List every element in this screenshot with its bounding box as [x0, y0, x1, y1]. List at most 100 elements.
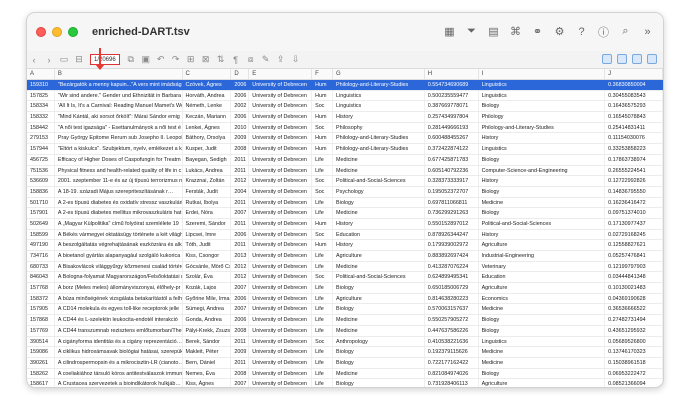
- cell-f[interactable]: Life: [312, 261, 334, 272]
- cell-h[interactable]: 0.650185006729: [425, 283, 479, 293]
- cell-d[interactable]: 2006: [231, 80, 250, 90]
- cell-h[interactable]: 0.447637586226: [425, 325, 479, 336]
- cell-f[interactable]: Soc: [312, 186, 334, 197]
- cell-f[interactable]: Life: [312, 368, 334, 379]
- cell-j[interactable]: 0.04369190628: [605, 293, 663, 304]
- cell-b[interactable]: "Wir sind andere." Gender und Ethnizität…: [55, 90, 183, 101]
- cell-h[interactable]: 0.814638280223: [425, 293, 479, 304]
- cell-j[interactable]: 0.16545078843: [605, 112, 663, 122]
- cell-c[interactable]: Rutkai, Ibolya: [183, 197, 232, 208]
- cell-d[interactable]: 2007: [231, 304, 250, 315]
- cell-d[interactable]: 2008: [231, 325, 250, 336]
- cell-f[interactable]: Hum: [312, 144, 334, 154]
- column-header-f[interactable]: F: [312, 69, 334, 79]
- cell-c[interactable]: Tóth, Judit: [183, 240, 232, 250]
- cell-g[interactable]: Political-and-Social-Sciences: [333, 272, 425, 283]
- cell-a[interactable]: 501710: [27, 197, 55, 208]
- cell-e[interactable]: University of Debrecen: [249, 315, 313, 325]
- cell-b[interactable]: A CD14 molekula és egyes toll-like recep…: [55, 304, 183, 315]
- cell-b[interactable]: Efficacy of Higher Doses of Caspofungin …: [55, 154, 183, 165]
- cell-a[interactable]: 158599: [27, 229, 55, 240]
- cell-a[interactable]: 157905: [27, 304, 55, 315]
- cell-f[interactable]: Soc: [312, 272, 334, 283]
- cell-i[interactable]: Biology: [479, 315, 606, 325]
- cell-f[interactable]: Hum: [312, 240, 334, 250]
- cell-i[interactable]: Agriculture: [479, 379, 606, 387]
- cell-g[interactable]: History: [333, 112, 425, 122]
- cell-g[interactable]: Biology: [333, 197, 425, 208]
- cell-c[interactable]: Erdei, Nóra: [183, 208, 232, 218]
- table-row[interactable]: 390514 A cigányforma identitás és a cigán…: [27, 336, 663, 348]
- cell-e[interactable]: University of Debrecen: [249, 186, 313, 197]
- cell-f[interactable]: Hum: [312, 90, 334, 101]
- cell-i[interactable]: Industrial-Engineering: [479, 251, 606, 261]
- cell-h[interactable]: 0.821084974026: [425, 368, 479, 379]
- help-icon[interactable]: ?: [574, 24, 589, 39]
- cell-e[interactable]: University of Debrecen: [249, 336, 313, 347]
- cell-i[interactable]: Biology: [479, 325, 606, 336]
- cell-j[interactable]: 0.06953222472: [605, 368, 663, 379]
- cell-a[interactable]: 536609: [27, 176, 55, 186]
- cell-h[interactable]: 0.192379115626: [425, 347, 479, 357]
- cell-g[interactable]: Philosophy: [333, 122, 425, 133]
- cell-f[interactable]: Life: [312, 379, 334, 387]
- cell-b[interactable]: "Mind Kántál, aki sorsot őrköít": Márai …: [55, 112, 183, 122]
- cell-e[interactable]: University of Debrecen: [249, 283, 313, 293]
- cell-b[interactable]: A coeliakiához társuló kóros antitestvál…: [55, 368, 183, 379]
- cell-d[interactable]: 2011: [231, 165, 250, 176]
- cell-g[interactable]: Medicine: [333, 261, 425, 272]
- cell-h[interactable]: 0.281449666193: [425, 122, 479, 133]
- cell-h[interactable]: 0.387669778071: [425, 101, 479, 112]
- cell-c[interactable]: Bayegan, Sedigh: [183, 154, 232, 165]
- cell-c[interactable]: Gonda, Andrea: [183, 315, 232, 325]
- cell-d[interactable]: 2011: [231, 197, 250, 208]
- cell-f[interactable]: Hum: [312, 80, 334, 90]
- cell-e[interactable]: University of Debrecen: [249, 379, 313, 387]
- cell-f[interactable]: Soc: [312, 229, 334, 240]
- cell-b[interactable]: A „Magyar Külpolitika" című folyóirat sz…: [55, 218, 183, 229]
- table-row[interactable]: 157944 "Eltört a kiskulcs". Szubjektum, n…: [27, 144, 663, 155]
- table-row[interactable]: 157868 A CD44 és L-szelektin leukocita-en…: [27, 315, 663, 326]
- chart-icon[interactable]: ▤: [486, 24, 501, 39]
- cell-i[interactable]: Linguistics: [479, 336, 606, 347]
- cell-g[interactable]: Biology: [333, 347, 425, 357]
- cell-g[interactable]: History: [333, 240, 425, 250]
- cell-i[interactable]: History: [479, 229, 606, 240]
- table-row[interactable]: 157768 A borz (Meles meles) állományviszo…: [27, 283, 663, 294]
- cell-j[interactable]: 0.43651295932: [605, 325, 663, 336]
- cell-b[interactable]: A 2-es típusú diabetes mellitus mikrovas…: [55, 208, 183, 218]
- cell-g[interactable]: Philology-and-Literary-Studies: [333, 133, 425, 144]
- selected-table-row[interactable]: 159310 "Bezárgatók a menny kapuin..."A ve…: [27, 80, 663, 91]
- cell-f[interactable]: Life: [312, 197, 334, 208]
- cell-e[interactable]: University of Debrecen: [249, 261, 313, 272]
- cell-g[interactable]: Medicine: [333, 368, 425, 379]
- cell-h[interactable]: 0.570063157637: [425, 304, 479, 315]
- cell-h[interactable]: 0.410538221636: [425, 336, 479, 347]
- cell-f[interactable]: Hum: [312, 133, 334, 144]
- cell-c[interactable]: Gócsánle, Mörő Cs: [183, 261, 232, 272]
- cell-h[interactable]: 0.500235559477: [425, 90, 479, 101]
- cell-b[interactable]: A Crustacea szervezetek a bioindikátorok…: [55, 379, 183, 387]
- cell-c[interactable]: Keczán, Mariann: [183, 112, 232, 122]
- table-row[interactable]: 456725 Efficacy of Higher Doses of Caspof…: [27, 154, 663, 166]
- cell-e[interactable]: University of Debrecen: [249, 229, 313, 240]
- cell-h[interactable]: 0.605140792236: [425, 165, 479, 176]
- column-header-i[interactable]: I: [479, 69, 606, 79]
- table-row[interactable]: 157905 A CD14 molekula és egyes toll-like…: [27, 304, 663, 316]
- cell-g[interactable]: Agriculture: [333, 293, 425, 304]
- insert-column-icon[interactable]: ⊞: [184, 54, 198, 66]
- cell-g[interactable]: Biology: [333, 379, 425, 387]
- cell-f[interactable]: Soc: [312, 336, 334, 347]
- cell-c[interactable]: Horváth, Andrea: [183, 90, 232, 101]
- table-row[interactable]: 734716 A bioetanol gyártás alapanyagául s…: [27, 251, 663, 262]
- cell-a[interactable]: 734716: [27, 251, 55, 261]
- cell-a[interactable]: 456725: [27, 154, 55, 165]
- cell-j[interactable]: 0.16236416472: [605, 197, 663, 208]
- cell-a[interactable]: 846043: [27, 272, 55, 283]
- cell-a[interactable]: 157825: [27, 90, 55, 101]
- column-view-toggle[interactable]: [647, 54, 657, 64]
- delete-column-icon[interactable]: ⊠: [199, 54, 213, 66]
- cell-d[interactable]: 2004: [231, 186, 250, 197]
- cell-d[interactable]: 2007: [231, 283, 250, 293]
- cell-b[interactable]: A bioetanol gyártás alapanyagául szolgál…: [55, 251, 183, 261]
